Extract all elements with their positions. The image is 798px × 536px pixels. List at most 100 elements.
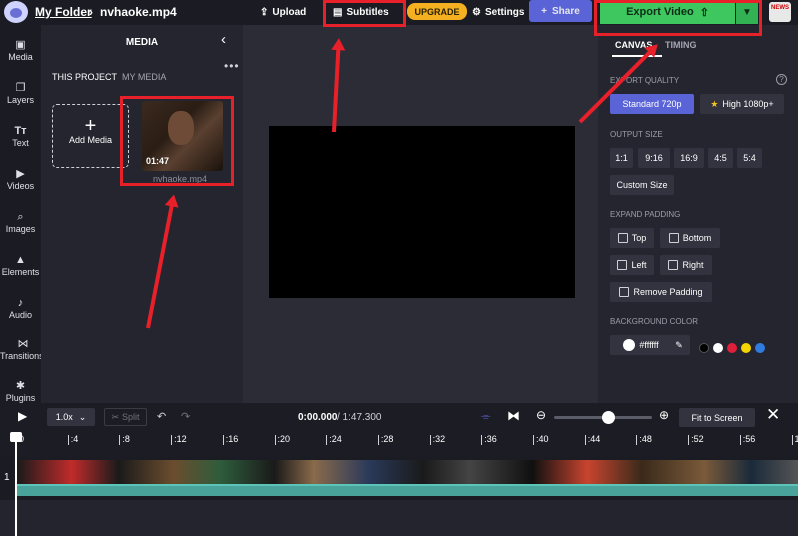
sidebar-item-audio[interactable]: ♪ Audio [0, 297, 41, 320]
quality-high-label: High 1080p+ [722, 99, 774, 109]
zoom-out-icon[interactable]: ⊖ [536, 408, 546, 422]
plugins-icon: ✱ [15, 380, 26, 392]
playhead[interactable] [10, 432, 22, 536]
media-panel: MEDIA ‹ ••• THIS PROJECT MY MEDIA + Add … [41, 25, 243, 403]
sidebar-item-videos[interactable]: ▶ Videos [0, 168, 41, 191]
undo-icon[interactable]: ↶ [157, 410, 166, 423]
elements-icon: ▲ [15, 254, 26, 266]
ruler-tick: :20 [274, 434, 291, 445]
close-icon[interactable]: ✕ [766, 405, 780, 425]
subtitles-button[interactable]: ▤ Subtitles [333, 0, 389, 25]
ratio-5-4-button[interactable]: 5:4 [737, 148, 762, 168]
swatch-red[interactable] [727, 343, 737, 353]
zoom-slider[interactable] [554, 411, 652, 424]
export-options-button[interactable]: ▼ [736, 0, 758, 24]
sidebar-label: Plugins [5, 393, 36, 403]
folder-link[interactable]: My Folder [35, 5, 92, 19]
export-video-button[interactable]: Export Video ⇧ [600, 0, 735, 24]
padding-top-toggle[interactable]: Top [610, 228, 654, 248]
sidebar-label: Transitions [0, 351, 41, 361]
custom-size-label: Custom Size [616, 180, 668, 190]
remove-padding-button[interactable]: Remove Padding [610, 282, 712, 302]
sidebar-item-plugins[interactable]: ✱ Plugins [0, 380, 41, 403]
timeline-ruler[interactable]: 0:4:8:12:16:20:24:28:32:36:40:44:48:52:5… [0, 431, 798, 457]
swatch-black[interactable] [699, 343, 709, 353]
zoom-slider-handle[interactable] [601, 411, 615, 424]
quality-standard-button[interactable]: Standard 720p [610, 94, 694, 114]
app-logo[interactable] [4, 1, 28, 23]
snap-icon[interactable]: ⌯ [481, 409, 491, 424]
sidebar-item-layers[interactable]: ❐ Layers [0, 82, 41, 105]
media-clip-thumbnail[interactable]: 01:47 [142, 101, 223, 171]
help-icon[interactable]: ? [776, 74, 787, 85]
padding-bottom-toggle[interactable]: Bottom [660, 228, 720, 248]
upload-button[interactable]: ⇪ Upload [260, 0, 306, 25]
sidebar-item-transitions[interactable]: ⋈ Transitions [0, 338, 41, 361]
video-canvas[interactable] [269, 126, 575, 298]
collapse-panel-icon[interactable]: ‹ [221, 31, 226, 48]
redo-icon[interactable]: ↷ [181, 410, 190, 423]
sidebar-label: Layers [6, 95, 34, 105]
checkbox-icon [617, 260, 628, 270]
ratio-16-9-button[interactable]: 16:9 [674, 148, 704, 168]
project-filename[interactable]: nvhaoke.mp4 [100, 5, 177, 19]
video-clip-frames[interactable] [17, 460, 798, 484]
share-label: Share [552, 5, 580, 17]
quality-high-button[interactable]: ★ High 1080p+ [700, 94, 784, 114]
padding-bottom-label: Bottom [682, 233, 712, 243]
background-color-picker[interactable]: #ffffff [610, 335, 672, 355]
scissors-icon: ✂ [111, 411, 120, 422]
settings-label: Settings [484, 7, 525, 18]
settings-button[interactable]: ⚙ Settings [472, 0, 524, 25]
sidebar-item-elements[interactable]: ▲ Elements [0, 254, 41, 277]
swatch-yellow[interactable] [741, 343, 751, 353]
padding-right-toggle[interactable]: Right [660, 255, 712, 275]
split-label: Split [122, 412, 140, 422]
background-color-value: #ffffff [639, 340, 659, 350]
swatch-blue[interactable] [755, 343, 765, 353]
tab-timing[interactable]: TIMING [665, 40, 697, 50]
playback-speed-select[interactable]: 1.0x ⌄ [47, 408, 95, 426]
ratio-label: 1:1 [615, 153, 628, 163]
add-media-button[interactable]: + Add Media [52, 104, 129, 168]
eyedropper-button[interactable]: ✎ [668, 335, 690, 355]
upload-label: Upload [272, 7, 307, 18]
ruler-tick: :8 [119, 434, 130, 445]
fit-to-screen-button[interactable]: Fit to Screen [679, 408, 755, 427]
speed-value: 1.0x [55, 412, 73, 422]
expand-padding-heading: EXPAND PADDING [610, 210, 681, 219]
thumbnail-image [168, 111, 194, 145]
split-view-icon[interactable]: ⧓ [507, 408, 520, 424]
sidebar-label: Elements [1, 267, 40, 277]
gear-icon: ⚙ [472, 7, 481, 18]
ratio-4-5-button[interactable]: 4:5 [708, 148, 733, 168]
tab-my-media[interactable]: MY MEDIA [122, 72, 166, 82]
images-icon: ⌕ [17, 211, 24, 223]
upgrade-button[interactable]: UPGRADE [407, 3, 467, 20]
more-options-icon[interactable]: ••• [224, 59, 240, 73]
sidebar-item-media[interactable]: ▣ Media [0, 39, 41, 62]
preview-stage [243, 25, 598, 403]
sidebar-item-text[interactable]: Tт Text [0, 125, 41, 148]
ratio-label: 9:16 [645, 153, 663, 163]
sidebar-label: Audio [8, 310, 33, 320]
zoom-in-icon[interactable]: ⊕ [659, 408, 669, 422]
star-icon: ★ [710, 98, 719, 109]
padding-left-toggle[interactable]: Left [610, 255, 654, 275]
layers-icon: ❐ [15, 82, 26, 94]
ruler-tick: :52 [688, 434, 704, 445]
split-button[interactable]: ✂ Split [104, 408, 147, 426]
tab-this-project[interactable]: THIS PROJECT [52, 72, 117, 82]
custom-size-button[interactable]: Custom Size [610, 175, 674, 195]
ruler-tick: :48 [636, 434, 652, 445]
share-button[interactable]: + Share [529, 0, 592, 22]
ratio-9-16-button[interactable]: 9:16 [638, 148, 670, 168]
panel-title: MEDIA [125, 37, 159, 48]
play-icon[interactable]: ▶ [18, 409, 27, 423]
track-number: 1 [4, 472, 10, 483]
color-swatch-preview [623, 339, 636, 351]
ratio-1-1-button[interactable]: 1:1 [610, 148, 633, 168]
sidebar-item-images[interactable]: ⌕ Images [0, 211, 41, 234]
news-badge[interactable]: NEWS [769, 2, 791, 22]
swatch-white[interactable] [713, 343, 723, 353]
